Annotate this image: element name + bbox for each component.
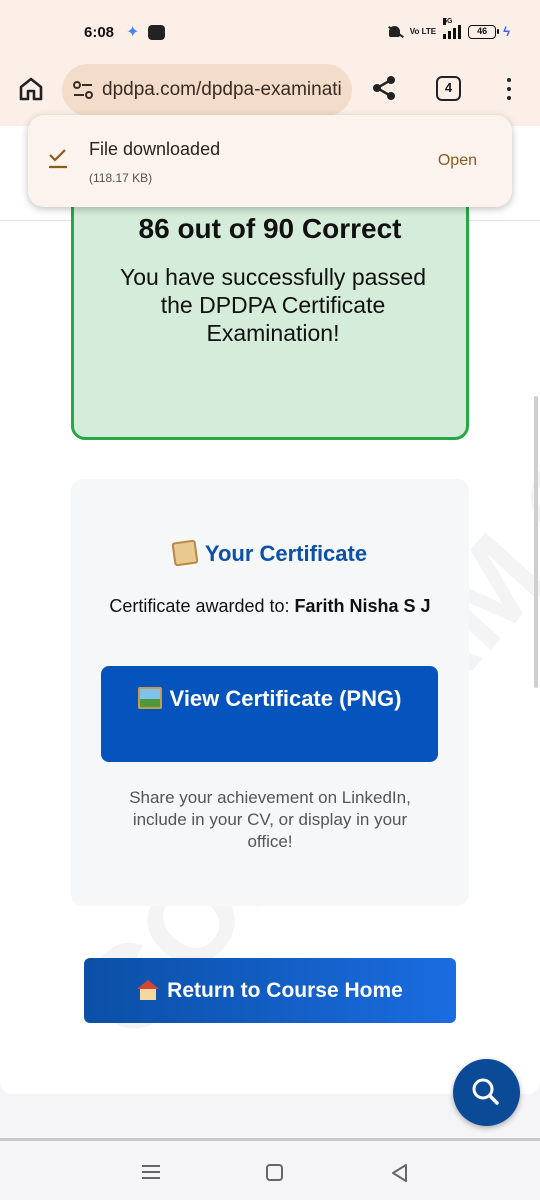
- weather-icon: [148, 25, 165, 40]
- certificate-card: Your Certificate Certificate awarded to:…: [71, 479, 469, 906]
- battery-icon: 46: [468, 24, 500, 39]
- system-nav-bar: [0, 1141, 540, 1200]
- recipient-name: Farith Nisha S J: [294, 596, 431, 616]
- house-icon: [137, 980, 160, 1000]
- recent-apps-icon[interactable]: [142, 1165, 160, 1179]
- url-text: dpdpa.com/dpdpa-examinati: [102, 79, 342, 100]
- awarded-prefix: Certificate awarded to:: [109, 596, 290, 616]
- address-bar[interactable]: dpdpa.com/dpdpa-examinati: [62, 64, 352, 116]
- charging-icon: ϟ: [503, 24, 510, 39]
- share-icon[interactable]: [370, 74, 398, 102]
- download-title: File downloaded: [89, 139, 221, 159]
- scroll-icon: [171, 539, 199, 567]
- signal-icon: 5G: [443, 17, 462, 39]
- open-download-button[interactable]: Open: [438, 152, 477, 170]
- network-type: 5G: [443, 17, 453, 25]
- back-icon[interactable]: [390, 1163, 408, 1183]
- search-button[interactable]: [453, 1059, 520, 1126]
- download-size: (118.17 KB): [89, 171, 153, 185]
- score-text: 86 out of 90 Correct: [138, 213, 402, 244]
- return-home-button[interactable]: Return to Course Home: [84, 958, 456, 1023]
- view-certificate-button[interactable]: View Certificate (PNG): [101, 666, 438, 762]
- share-message: Share your achievement on LinkedIn, incl…: [129, 788, 411, 851]
- search-icon: [472, 1078, 499, 1105]
- page-content: COMEXAM © 202 86 out of 90 Correct You h…: [0, 126, 540, 1094]
- home-icon[interactable]: [18, 76, 44, 102]
- pass-message: You have successfully passed the DPDPA C…: [119, 264, 426, 346]
- site-settings-icon[interactable]: [72, 80, 94, 100]
- status-icons: Vo LTE 5G 46 ϟ: [387, 17, 510, 39]
- certificate-heading-text: Your Certificate: [204, 541, 368, 566]
- return-home-label: Return to Course Home: [167, 979, 403, 1002]
- volte-indicator: Vo LTE: [409, 26, 437, 36]
- sparkle-icon: ✦: [126, 24, 140, 41]
- download-notification: File downloaded (118.17 KB) Open: [28, 115, 512, 207]
- tab-switcher-button[interactable]: 4: [436, 76, 461, 101]
- status-bar: 6:08 ✦ Vo LTE 5G 46 ϟ: [0, 0, 540, 62]
- awarded-to: Certificate awarded to: Farith Nisha S J: [95, 595, 445, 618]
- view-certificate-label: View Certificate (PNG): [169, 686, 402, 711]
- nav-home-icon[interactable]: [266, 1164, 283, 1181]
- download-complete-icon: [49, 149, 67, 169]
- certificate-heading: Your Certificate: [71, 539, 469, 567]
- status-time: 6:08: [84, 24, 115, 41]
- bell-off-icon: [387, 25, 403, 39]
- scrollbar[interactable]: [534, 396, 538, 688]
- more-menu-icon[interactable]: [498, 76, 520, 104]
- picture-icon: [137, 687, 162, 709]
